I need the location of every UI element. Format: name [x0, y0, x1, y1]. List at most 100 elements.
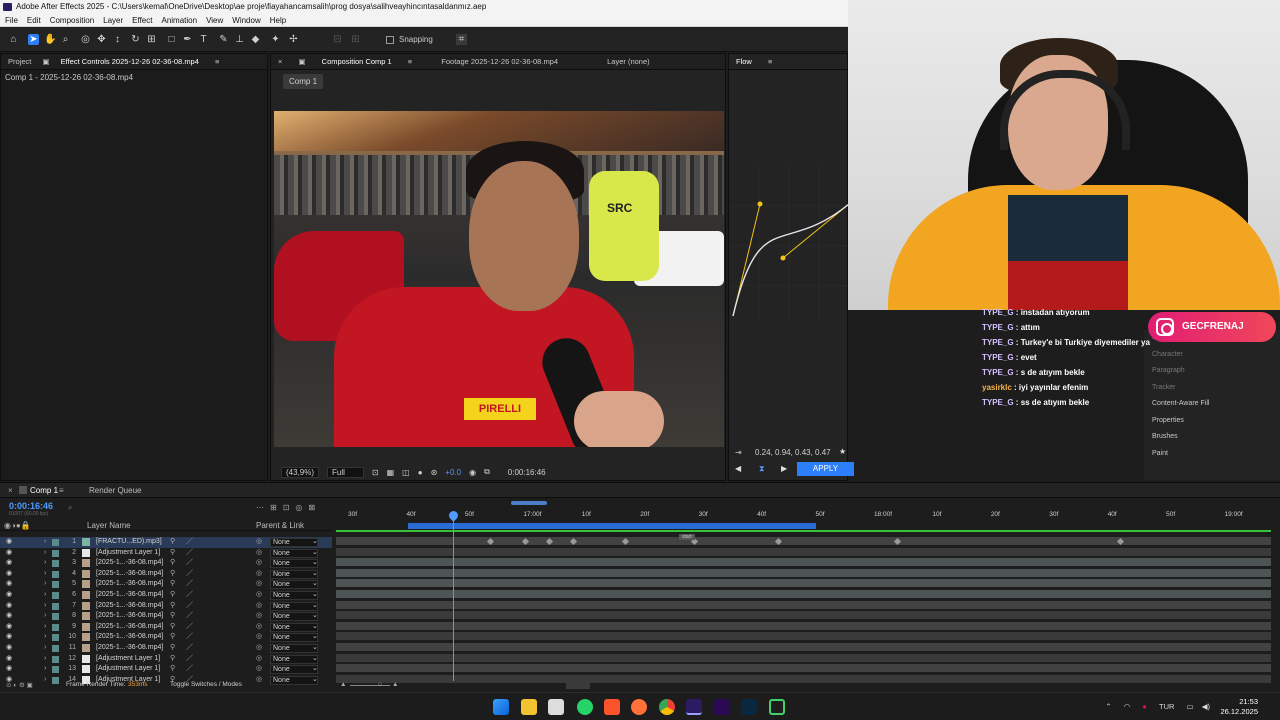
layer-row[interactable]: ◉ › 8 [2025-1...-36-08.mp4] ⚲ ／ ◎ None ⌄: [0, 611, 332, 622]
menu-help[interactable]: Help: [270, 14, 286, 26]
parent-select[interactable]: None: [270, 654, 318, 664]
layer-duration-bar[interactable]: [336, 547, 1271, 556]
dolly-camera-icon[interactable]: ↕: [112, 34, 123, 45]
chevron-down-icon[interactable]: ⌄: [312, 632, 318, 643]
snapshot-icon[interactable]: ◉: [469, 468, 476, 477]
label-color-swatch[interactable]: [52, 645, 59, 652]
chrome-icon[interactable]: [659, 699, 675, 715]
flow-handle-1[interactable]: [757, 201, 763, 207]
quality-icon[interactable]: ／: [186, 622, 193, 633]
selection-tool-icon[interactable]: ➤: [28, 34, 39, 45]
visibility-eye-icon[interactable]: ◉: [6, 611, 12, 622]
layer-duration-bar[interactable]: [336, 558, 1271, 567]
label-color-swatch[interactable]: [52, 539, 59, 546]
layer-name[interactable]: [Adjustment Layer 1]: [96, 654, 166, 665]
language-indicator[interactable]: TUR: [1159, 702, 1174, 711]
home-icon[interactable]: ⌂: [8, 34, 19, 45]
chevron-down-icon[interactable]: ⌄: [312, 622, 318, 633]
label-color-swatch[interactable]: [52, 549, 59, 557]
layer-name[interactable]: [2025-1...-36-08.mp4]: [96, 569, 166, 580]
layer-row[interactable]: ◉ › 6 [2025-1...-36-08.mp4] ⚲ ／ ◎ None ⌄: [0, 590, 332, 601]
timeline-scrollbar[interactable]: [566, 681, 590, 689]
pickwhip-icon[interactable]: ◎: [256, 601, 262, 612]
panel-paint[interactable]: Paint: [1144, 446, 1280, 463]
exposure-value[interactable]: +0.0: [445, 468, 461, 477]
snap-options-icon[interactable]: ⌗: [456, 34, 467, 45]
roto-brush-icon[interactable]: ✦: [270, 34, 281, 45]
work-area-bar[interactable]: [408, 523, 816, 529]
visibility-eye-icon[interactable]: ◉: [6, 601, 12, 612]
clone-stamp-icon[interactable]: ⊥: [234, 34, 245, 45]
expand-arrow-icon[interactable]: ›: [44, 632, 46, 643]
layer-duration-bar[interactable]: [336, 643, 1271, 651]
label-color-swatch[interactable]: [52, 602, 59, 610]
layer-row[interactable]: ◉ › 2 [Adjustment Layer 1] ⚲ ／ ◎ None ⌄: [0, 548, 332, 559]
expand-arrow-icon[interactable]: ›: [44, 590, 46, 601]
pickwhip-icon[interactable]: ◎: [256, 569, 262, 580]
menu-effect[interactable]: Effect: [132, 14, 152, 26]
flow-curve-graph[interactable]: [729, 166, 849, 321]
brave-browser-icon[interactable]: [604, 699, 620, 715]
orbit-camera-icon[interactable]: ◎: [80, 34, 91, 45]
chevron-down-icon[interactable]: ⌄: [312, 664, 318, 675]
pickwhip-icon[interactable]: ◎: [256, 643, 262, 654]
search-icon[interactable]: ⌕: [68, 503, 72, 513]
layer-row[interactable]: ◉ › 10 [2025-1...-36-08.mp4] ⚲ ／ ◎ None ⌄: [0, 632, 332, 643]
menu-file[interactable]: File: [5, 14, 18, 26]
layer-row[interactable]: ◉ › 3 [2025-1...-36-08.mp4] ⚲ ／ ◎ None ⌄: [0, 558, 332, 569]
pickwhip-icon[interactable]: ◎: [256, 579, 262, 590]
expand-arrow-icon[interactable]: ›: [44, 664, 46, 675]
layer-row[interactable]: ◉ › 1 [FRACTU...ED).mp3] ⚲ ／ ◎ None ⌄: [0, 537, 332, 548]
quality-icon[interactable]: ／: [186, 643, 193, 654]
layer-duration-bar[interactable]: [336, 579, 1271, 588]
pickwhip-icon[interactable]: ◎: [256, 590, 262, 601]
expand-arrow-icon[interactable]: ›: [44, 537, 46, 548]
pickwhip-icon[interactable]: ◎: [256, 558, 262, 569]
visibility-eye-icon[interactable]: ◉: [6, 558, 12, 569]
tab-comp-1[interactable]: Comp 1: [30, 486, 58, 495]
tab-flow[interactable]: Flow: [729, 54, 759, 69]
expand-arrow-icon[interactable]: ›: [44, 569, 46, 580]
quality-icon[interactable]: ／: [186, 611, 193, 622]
pickwhip-icon[interactable]: ◎: [256, 654, 262, 665]
shy-icon[interactable]: ⚲: [170, 664, 175, 675]
layer-row[interactable]: ◉ › 4 [2025-1...-36-08.mp4] ⚲ ／ ◎ None ⌄: [0, 569, 332, 580]
shy-icon[interactable]: ⚲: [170, 632, 175, 643]
tab-footage[interactable]: Footage 2025-12-26 02-36-08.mp4: [421, 54, 565, 69]
pen-tool-icon[interactable]: ✒: [182, 34, 193, 45]
microphone-icon[interactable]: ●: [1142, 702, 1147, 711]
timeline-switches[interactable]: ⋯⊞⊡◎⊠: [256, 503, 321, 512]
shy-icon[interactable]: ⚲: [170, 548, 175, 559]
zoom-tool-icon[interactable]: ⌕: [60, 34, 71, 45]
after-effects-taskbar-icon[interactable]: [686, 699, 702, 715]
menu-animation[interactable]: Animation: [161, 14, 197, 26]
quality-icon[interactable]: ／: [186, 548, 193, 559]
pan-camera-icon[interactable]: ✥: [96, 34, 107, 45]
panel-brushes[interactable]: Brushes: [1144, 429, 1280, 446]
quality-icon[interactable]: ／: [186, 601, 193, 612]
current-time-indicator[interactable]: [453, 511, 454, 681]
layer-name[interactable]: [2025-1...-36-08.mp4]: [96, 622, 166, 633]
parent-select[interactable]: None: [270, 601, 318, 611]
display-icon[interactable]: ▭: [1187, 702, 1194, 711]
tab-project[interactable]: Project: [1, 54, 38, 69]
visibility-eye-icon[interactable]: ◉: [6, 654, 12, 665]
label-color-swatch[interactable]: [52, 592, 59, 599]
zoom-slider[interactable]: [350, 685, 390, 686]
taskbar-clock[interactable]: 21:53 26.12.2025: [1220, 697, 1258, 717]
layer-duration-bar[interactable]: [336, 632, 1271, 641]
label-color-swatch[interactable]: [52, 655, 59, 663]
premiere-pro-icon[interactable]: [714, 699, 730, 715]
hand-tool-icon[interactable]: ✋: [44, 34, 56, 45]
tab-composition[interactable]: Composition Comp 1: [315, 54, 399, 69]
panel-menu-icon[interactable]: ≡: [208, 54, 226, 69]
layer-duration-bar[interactable]: [336, 600, 1271, 609]
zoom-in-icon[interactable]: ▲: [392, 681, 398, 688]
flow-expand-icon[interactable]: ⇥: [735, 448, 742, 457]
quality-icon[interactable]: ／: [186, 579, 193, 590]
expand-arrow-icon[interactable]: ›: [44, 643, 46, 654]
timeline-timecode[interactable]: 0:00:16:46: [9, 501, 53, 511]
system-tray[interactable]: ⌃ ◠ ● TUR ▭ ◀): [1105, 702, 1210, 711]
close-icon[interactable]: ×: [8, 486, 13, 495]
layer-name[interactable]: [Adjustment Layer 1]: [96, 664, 166, 675]
